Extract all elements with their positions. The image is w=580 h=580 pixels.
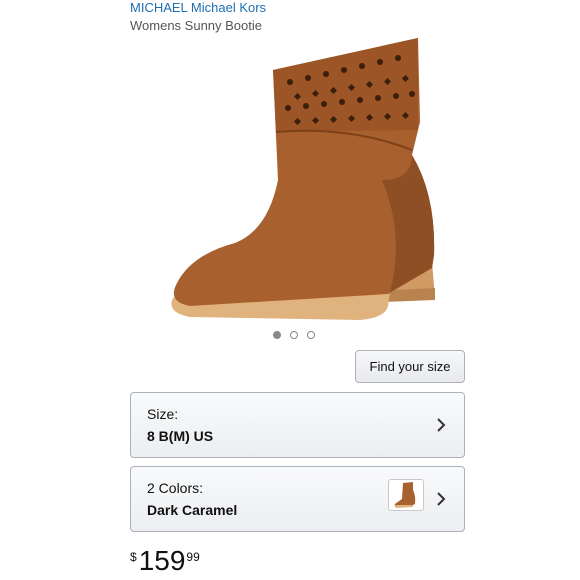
price-whole: 159 [138,545,186,576]
color-value: Dark Caramel [147,502,238,518]
product-image[interactable] [150,30,450,330]
price-currency: $ [130,550,137,564]
size-label: Size: [147,406,179,422]
chevron-right-icon [437,492,446,506]
size-value: 8 B(M) US [147,428,214,444]
size-selector[interactable]: Size: 8 B(M) US [130,392,465,458]
boot-icon [171,38,435,320]
image-pagination [273,331,315,339]
price-fraction: 99 [186,550,200,564]
price: $ 159 99 [130,546,200,576]
color-swatch [388,479,424,511]
color-label: 2 Colors: [147,480,204,496]
brand-link[interactable]: MICHAEL Michael Kors [130,0,266,15]
find-your-size-button[interactable]: Find your size [355,350,465,383]
chevron-right-icon [437,418,446,432]
color-selector[interactable]: 2 Colors: Dark Caramel [130,466,465,532]
pagination-dot-2[interactable] [290,331,298,339]
pagination-dot-1[interactable] [273,331,281,339]
boot-swatch-icon [394,482,416,508]
pagination-dot-3[interactable] [307,331,315,339]
